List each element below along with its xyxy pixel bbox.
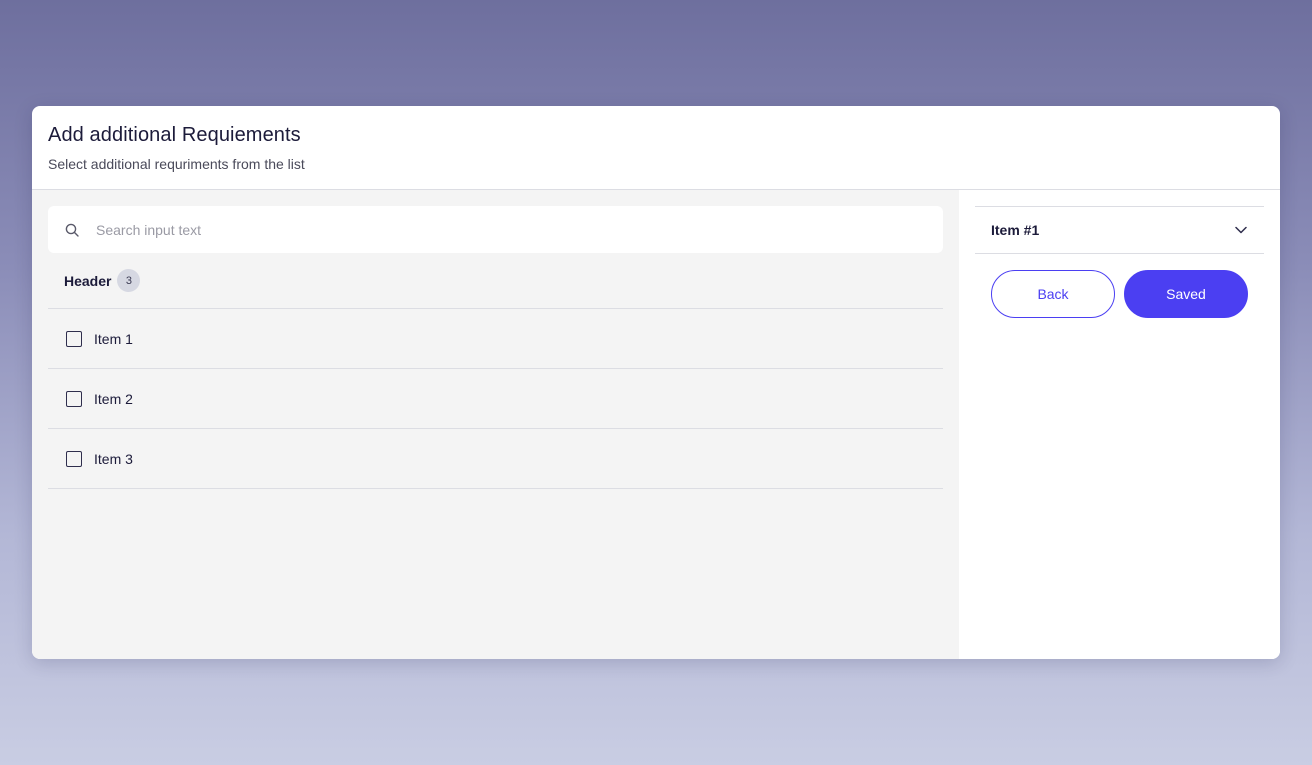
side-panel: Item #1 Back Saved (959, 190, 1280, 659)
search-box[interactable] (48, 206, 943, 253)
item-checkbox[interactable] (66, 390, 82, 407)
modal-subtitle: Select additional requriments from the l… (48, 156, 305, 172)
item-checkbox[interactable] (66, 330, 82, 347)
list-header-label: Header (64, 272, 112, 289)
chevron-down-icon[interactable] (1234, 223, 1248, 237)
list-header: Header 3 (48, 253, 943, 309)
saved-button[interactable]: Saved (1124, 270, 1248, 318)
count-badge: 3 (117, 269, 141, 292)
item-label: Item 1 (94, 330, 133, 347)
modal-title: Add additional Requiements (48, 124, 301, 146)
modal-body: Header 3 Item 1 Item 2 Item 3 Item #1 (32, 190, 1280, 659)
item-label: Item 3 (94, 450, 133, 467)
list-item[interactable]: Item 3 (48, 429, 943, 489)
action-buttons: Back Saved (975, 254, 1264, 318)
item-checkbox[interactable] (66, 450, 82, 467)
item-label: Item 2 (94, 390, 133, 407)
list-item[interactable]: Item 2 (48, 369, 943, 429)
accordion-label: Item #1 (991, 222, 1040, 238)
search-input[interactable] (96, 221, 927, 238)
requirements-list-pane: Header 3 Item 1 Item 2 Item 3 (32, 190, 959, 659)
back-button[interactable]: Back (991, 270, 1115, 318)
search-icon (64, 222, 80, 238)
item-accordion[interactable]: Item #1 (975, 206, 1264, 254)
modal-header: Add additional Requiements Select additi… (32, 106, 1280, 190)
list-item[interactable]: Item 1 (48, 309, 943, 369)
requirements-modal: Add additional Requiements Select additi… (32, 106, 1280, 659)
